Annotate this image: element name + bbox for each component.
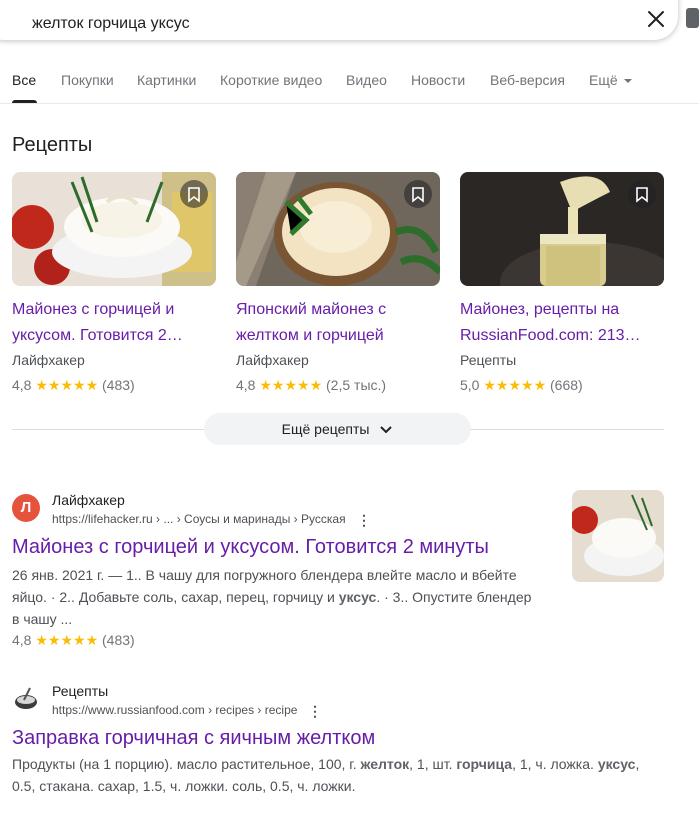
star-rating-icon: ★★★★★ bbox=[35, 377, 99, 393]
site-name[interactable]: Лайфхакер bbox=[52, 492, 125, 508]
snippet-text: Продукты (на 1 порцию). масло растительн… bbox=[12, 756, 361, 772]
search-result: Рецепты https://www.russianfood.com › re… bbox=[12, 683, 692, 803]
site-url[interactable]: https://www.russianfood.com › recipes › … bbox=[52, 703, 297, 717]
divider bbox=[471, 429, 664, 430]
snippet-text: , 1, ч. ложка. bbox=[512, 756, 598, 772]
rating-value: 4,8 bbox=[12, 632, 32, 648]
recipe-source: Лайфхакер bbox=[12, 352, 85, 368]
keyboard-icon[interactable] bbox=[686, 8, 699, 28]
favicon-letter: Л bbox=[20, 499, 32, 516]
tab-all[interactable]: Все bbox=[12, 72, 36, 88]
result-snippet: Продукты (на 1 порцию). масло растительн… bbox=[12, 753, 652, 797]
search-input[interactable]: желток горчица уксус bbox=[32, 15, 190, 33]
rating-value: 4,8 bbox=[236, 377, 256, 393]
star-rating-icon: ★★★★★ bbox=[259, 377, 323, 393]
rating-count: (2,5 тыс.) bbox=[326, 377, 387, 393]
active-tab-indicator bbox=[12, 100, 37, 103]
snippet-highlight: желток bbox=[360, 756, 410, 772]
close-icon[interactable] bbox=[646, 9, 666, 29]
recipe-rating: 5,0 ★★★★★ (668) bbox=[460, 377, 664, 397]
caret-down-icon bbox=[623, 79, 632, 84]
snippet-highlight: уксус bbox=[597, 756, 636, 772]
rating-count: (668) bbox=[550, 377, 583, 393]
recipe-card[interactable]: Майонез с горчицей и уксусом. Готовится … bbox=[12, 172, 216, 397]
recipe-image bbox=[460, 172, 664, 286]
divider bbox=[12, 429, 204, 430]
recipe-card[interactable]: Японский майонез с желтком и горчицей Ла… bbox=[236, 172, 440, 397]
tab-short-videos[interactable]: Короткие видео bbox=[220, 72, 322, 88]
recipe-card[interactable]: Майонез, рецепты на RussianFood.com: 213… bbox=[460, 172, 664, 397]
tab-web[interactable]: Веб-версия bbox=[490, 72, 565, 88]
result-snippet: 26 янв. 2021 г. — 1.. В чашу для погружн… bbox=[12, 564, 542, 630]
rating-count: (483) bbox=[102, 632, 135, 648]
bookmark-icon[interactable] bbox=[628, 180, 656, 208]
recipe-rating: 4,8 ★★★★★ (483) bbox=[12, 377, 216, 397]
recipe-source: Рецепты bbox=[460, 352, 517, 368]
snippet-highlight: горчица bbox=[456, 756, 513, 772]
bookmark-icon[interactable] bbox=[404, 180, 432, 208]
tab-shopping[interactable]: Покупки bbox=[61, 72, 114, 88]
recipe-title[interactable]: Майонез, рецепты на RussianFood.com: 213… bbox=[460, 297, 664, 349]
more-recipes-button[interactable]: Ещё рецепты bbox=[204, 413, 471, 445]
tab-more-label: Ещё bbox=[589, 72, 618, 88]
result-title-link[interactable]: Заправка горчичная с яичным желтком bbox=[12, 727, 375, 750]
recipe-image bbox=[12, 172, 216, 286]
bookmark-icon[interactable] bbox=[180, 180, 208, 208]
tab-videos[interactable]: Видео bbox=[346, 72, 387, 88]
more-recipes-label: Ещё рецепты bbox=[281, 421, 370, 437]
chevron-down-icon bbox=[380, 426, 393, 434]
recipe-rating: 4,8 ★★★★★ (2,5 тыс.) bbox=[236, 377, 440, 397]
result-rating: 4,8 ★★★★★ (483) bbox=[12, 629, 135, 651]
result-title-link[interactable]: Майонез с горчицей и уксусом. Готовится … bbox=[12, 536, 489, 559]
russianfood-favicon-icon bbox=[12, 685, 40, 713]
recipe-title[interactable]: Японский майонез с желтком и горчицей bbox=[236, 297, 440, 349]
recipes-heading: Рецепты bbox=[12, 134, 93, 156]
result-thumbnail[interactable] bbox=[572, 490, 664, 582]
star-rating-icon: ★★★★★ bbox=[483, 377, 547, 393]
recipe-source: Лайфхакер bbox=[236, 352, 309, 368]
site-url[interactable]: https://lifehacker.ru › ... › Соусы и ма… bbox=[52, 512, 346, 526]
tab-images[interactable]: Картинки bbox=[137, 72, 196, 88]
rating-value: 5,0 bbox=[460, 377, 480, 393]
recipe-title[interactable]: Майонез с горчицей и уксусом. Готовится … bbox=[12, 297, 216, 349]
star-rating-icon: ★★★★★ bbox=[35, 632, 99, 648]
search-tabs: Все Покупки Картинки Короткие видео Виде… bbox=[0, 62, 699, 104]
tab-news[interactable]: Новости bbox=[411, 72, 465, 88]
snippet-highlight: уксус bbox=[338, 589, 377, 605]
site-name[interactable]: Рецепты bbox=[52, 683, 108, 699]
more-options-icon[interactable]: ⋮ bbox=[308, 703, 322, 720]
more-options-icon[interactable]: ⋮ bbox=[357, 512, 371, 529]
lifehacker-favicon-icon: Л bbox=[12, 494, 40, 522]
rating-value: 4,8 bbox=[12, 377, 32, 393]
snippet-text: , 1, шт. bbox=[409, 756, 457, 772]
recipe-image bbox=[236, 172, 440, 286]
tab-more[interactable]: Ещё bbox=[589, 72, 632, 88]
rating-count: (483) bbox=[102, 377, 135, 393]
